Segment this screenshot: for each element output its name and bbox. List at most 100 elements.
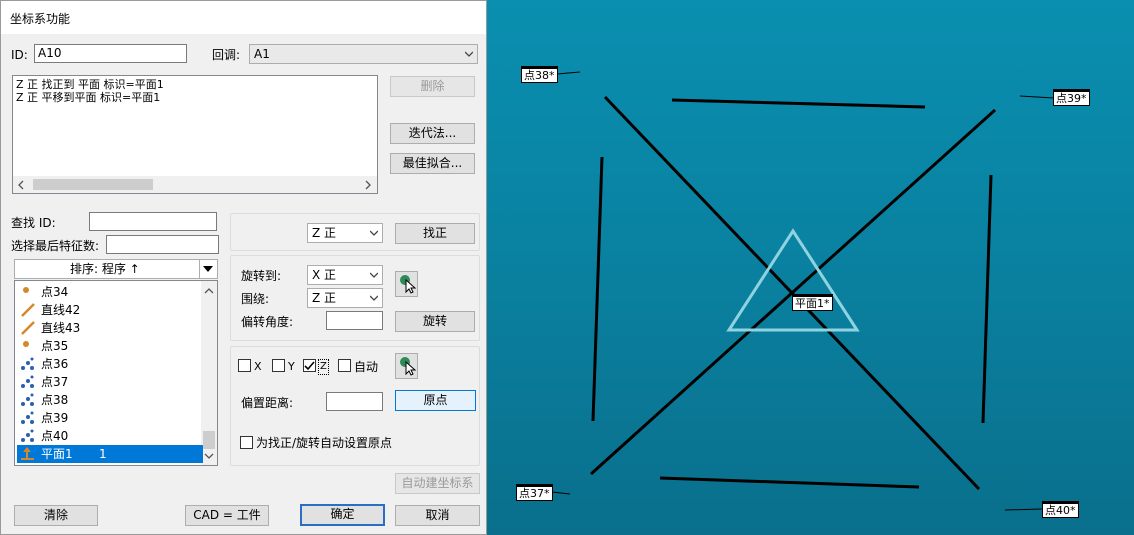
rotate-button[interactable]: 旋转 [395, 311, 475, 332]
rotate-to-label: 旋转到: [241, 269, 282, 283]
command-list[interactable]: Z 正 找正到 平面 标识=平面1 Z 正 平移到平面 标识=平面1 [12, 75, 378, 194]
auto-point-icon [20, 357, 36, 371]
feature-number: 1 [99, 447, 107, 461]
diagonal-line-b [589, 108, 997, 476]
chk-auto[interactable] [338, 359, 351, 372]
id-label: ID: [11, 48, 28, 62]
feature-list-item[interactable]: 平面1 1 [17, 445, 203, 463]
right-edge-line [981, 174, 993, 424]
chk-x-label: X [254, 360, 262, 373]
feature-list-item[interactable]: 点35 [17, 337, 203, 355]
command-item[interactable]: Z 正 平移到平面 标识=平面1 [16, 91, 160, 105]
cancel-button[interactable]: 取消 [395, 505, 480, 526]
feature-list-item[interactable]: 直线42 [17, 301, 203, 319]
feature-list-item[interactable]: 点37 [17, 373, 203, 391]
feature-list-item[interactable]: 点38 [17, 391, 203, 409]
chk-auto-origin[interactable] [240, 436, 253, 449]
pointer-pick-icon [399, 275, 416, 294]
best-fit-button[interactable]: 最佳拟合... [390, 153, 475, 174]
feature-list-item[interactable]: 点34 [17, 283, 203, 301]
auto-origin-label: 为找正/旋转自动设置原点 [256, 436, 393, 450]
alignment-dialog: 坐标系功能 ID: A10 回调: A1 Z 正 找正到 平面 标识=平面1 Z… [0, 0, 487, 535]
command-item[interactable]: Z 正 找正到 平面 标识=平面1 [16, 78, 164, 92]
chk-z[interactable] [303, 359, 316, 372]
sort-header[interactable]: 排序: 程序 ↑ [14, 259, 218, 279]
feature-name: 直线43 [41, 321, 81, 335]
chevron-down-icon [370, 230, 378, 236]
find-id-label: 查找 ID: [11, 216, 56, 230]
leader-p39 [1019, 95, 1055, 99]
id-input[interactable]: A10 [34, 44, 187, 63]
level-axis-value: Z 正 [312, 226, 337, 240]
auto-point-icon [20, 429, 36, 443]
about-select[interactable]: Z 正 [307, 288, 383, 308]
label-p38[interactable]: 点38* [521, 66, 558, 83]
label-p39[interactable]: 点39* [1053, 89, 1090, 106]
chk-y-label: Y [288, 360, 295, 373]
top-edge-line [671, 98, 926, 109]
scroll-left-icon[interactable] [17, 179, 25, 190]
scroll-thumb[interactable] [33, 179, 153, 190]
offset-distance-input[interactable] [326, 392, 383, 411]
chk-x[interactable] [238, 359, 251, 372]
leader-p38 [556, 71, 581, 75]
dialog-title: 坐标系功能 [1, 1, 486, 34]
scroll-thumb[interactable] [203, 431, 215, 449]
select-origin-tool-button[interactable] [395, 353, 418, 379]
recall-value: A1 [254, 47, 270, 61]
select-feature-tool-button[interactable] [395, 271, 418, 297]
auto-point-icon [20, 375, 36, 389]
offset-angle-input[interactable] [326, 311, 383, 330]
label-plane1[interactable]: 平面1* [792, 294, 833, 311]
chk-y[interactable] [272, 359, 285, 372]
label-p40[interactable]: 点40* [1042, 501, 1079, 518]
point-icon [20, 339, 36, 353]
command-list-hscroll[interactable] [13, 176, 377, 193]
feature-list-item[interactable]: 点40 [17, 427, 203, 445]
select-last-label: 选择最后特征数: [11, 239, 100, 253]
sort-header-label: 排序: 程序 ↑ [70, 262, 140, 276]
iterative-button[interactable]: 迭代法... [390, 123, 475, 144]
scroll-down-icon[interactable] [204, 453, 214, 460]
feature-list-vscroll[interactable] [201, 281, 217, 465]
feature-name: 点39 [41, 411, 69, 425]
sort-dropdown-icon[interactable] [203, 266, 213, 273]
rotate-to-value: X 正 [312, 268, 337, 282]
feature-name: 点40 [41, 429, 69, 443]
checkmark-icon [304, 361, 315, 371]
origin-button[interactable]: 原点 [395, 390, 476, 411]
feature-name: 直线42 [41, 303, 81, 317]
feature-list-item[interactable]: 点36 [17, 355, 203, 373]
scroll-up-icon[interactable] [204, 287, 214, 294]
ok-button[interactable]: 确定 [300, 504, 385, 526]
line-icon [20, 321, 36, 335]
cad-equals-part-button[interactable]: CAD = 工件 [185, 505, 269, 526]
delete-button[interactable]: 删除 [390, 76, 475, 97]
level-axis-select[interactable]: Z 正 [307, 223, 383, 243]
feature-list-item[interactable]: 点39 [17, 409, 203, 427]
chevron-down-icon [465, 51, 473, 57]
plane-icon [20, 447, 36, 461]
sort-divider [199, 260, 200, 278]
feature-name: 点38 [41, 393, 69, 407]
find-id-input[interactable] [89, 212, 217, 231]
feature-list-item[interactable]: 直线43 [17, 319, 203, 337]
rotate-to-select[interactable]: X 正 [307, 265, 383, 285]
scroll-right-icon[interactable] [364, 179, 372, 190]
clear-button[interactable]: 清除 [14, 505, 98, 526]
select-last-input[interactable] [106, 235, 219, 254]
pointer-pick-icon [399, 357, 416, 376]
feature-name: 点37 [41, 375, 69, 389]
left-edge-line [591, 156, 604, 422]
label-p37[interactable]: 点37* [516, 484, 553, 501]
level-button[interactable]: 找正 [395, 223, 475, 244]
recall-label: 回调: [212, 48, 241, 62]
feature-name: 点36 [41, 357, 69, 371]
recall-select[interactable]: A1 [249, 44, 478, 64]
auto-point-icon [20, 411, 36, 425]
point-icon [20, 285, 36, 299]
feature-name: 点34 [41, 285, 69, 299]
about-label: 围绕: [241, 292, 270, 306]
feature-list[interactable]: 点34 直线42 直线43 点35 点36 点37 点38 点39 点40 平面1 1 [14, 280, 218, 466]
auto-create-button[interactable]: 自动建坐标系 [395, 473, 480, 494]
